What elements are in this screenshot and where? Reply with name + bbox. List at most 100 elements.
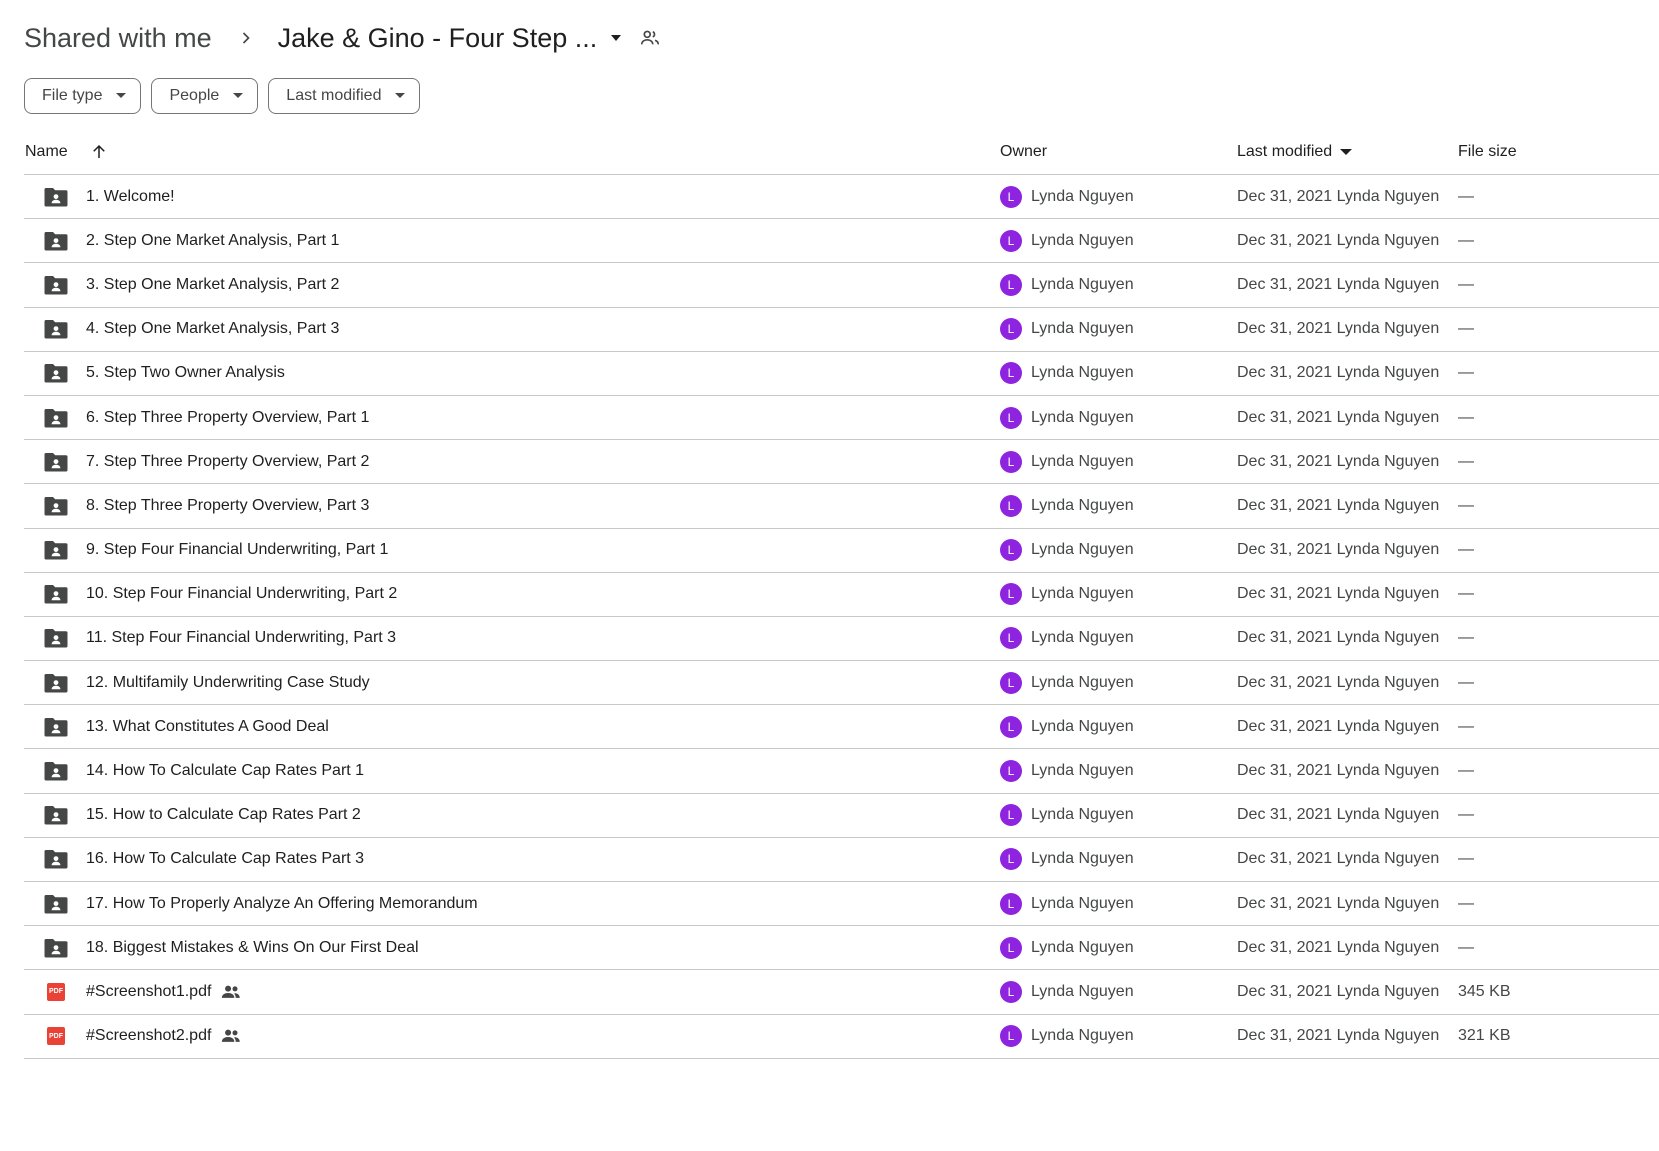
file-name[interactable]: 10. Step Four Financial Underwriting, Pa… (86, 573, 397, 616)
file-name-label: 7. Step Three Property Overview, Part 2 (86, 452, 370, 470)
table-row[interactable]: 2. Step One Market Analysis, Part 1 L Lynd… (24, 219, 1659, 264)
file-name[interactable]: 12. Multifamily Underwriting Case Study (86, 661, 370, 704)
avatar[interactable]: L (1000, 583, 1022, 606)
table-row[interactable]: 14. How To Calculate Cap Rates Part 1 L Ly… (24, 749, 1659, 794)
avatar[interactable]: L (1000, 185, 1022, 208)
table-row[interactable]: 5. Step Two Owner Analysis L Lynda Nguyen D… (24, 352, 1659, 396)
table-row[interactable]: 11. Step Four Financial Underwriting, Pa… (24, 617, 1659, 662)
caret-down-icon (233, 93, 244, 99)
owner-cell: L Lynda Nguyen (1000, 882, 1134, 925)
table-row[interactable]: 12. Multifamily Underwriting Case Study L… (24, 661, 1659, 706)
avatar[interactable]: L (1000, 980, 1022, 1003)
avatar[interactable]: L (1000, 671, 1022, 694)
file-size-cell: — (1458, 894, 1474, 912)
owner-name: Lynda Nguyen (1031, 541, 1134, 559)
avatar[interactable]: L (1000, 804, 1022, 827)
table-row[interactable]: 7. Step Three Property Overview, Part 2 L… (24, 440, 1659, 485)
avatar[interactable]: L (1000, 229, 1022, 252)
table-row[interactable]: 6. Step Three Property Overview, Part 1 L… (24, 396, 1659, 441)
file-name[interactable]: 5. Step Two Owner Analysis (86, 352, 285, 395)
owner-cell: L Lynda Nguyen (1000, 749, 1134, 792)
filter-people[interactable]: People (151, 78, 259, 114)
column-header-name[interactable]: Name (25, 130, 68, 174)
shared-people-icon[interactable] (639, 27, 661, 49)
breadcrumb-shared-with-me[interactable]: Shared with me (24, 23, 212, 54)
filter-file-type[interactable]: File type (24, 78, 142, 114)
file-name[interactable]: 11. Step Four Financial Underwriting, Pa… (86, 617, 396, 660)
table-row[interactable]: 10. Step Four Financial Underwriting, Pa… (24, 573, 1659, 617)
owner-name: Lynda Nguyen (1031, 452, 1134, 470)
column-header-file-size[interactable]: File size (1458, 130, 1517, 174)
avatar[interactable]: L (1000, 450, 1022, 473)
table-row[interactable]: 13. What Constitutes A Good Deal L Lynda N… (24, 705, 1659, 750)
avatar[interactable]: L (1000, 936, 1022, 959)
breadcrumb: Shared with me Jake & Gino - Four Step .… (24, 14, 661, 62)
column-header-last-modified[interactable]: Last modified (1237, 130, 1353, 174)
file-name[interactable]: #Screenshot2.pdf (86, 1015, 241, 1058)
file-name[interactable]: #Screenshot1.pdf (86, 970, 241, 1013)
owner-name: Lynda Nguyen (1031, 894, 1134, 912)
avatar[interactable]: L (1000, 892, 1022, 915)
avatar[interactable]: L (1000, 362, 1022, 385)
last-modified-cell: Dec 31, 2021 Lynda Nguyen (1237, 1027, 1440, 1045)
avatar[interactable]: L (1000, 539, 1022, 562)
file-size-cell: 345 KB (1458, 982, 1511, 1000)
file-name[interactable]: 2. Step One Market Analysis, Part 1 (86, 219, 339, 262)
avatar[interactable]: L (1000, 715, 1022, 738)
file-name[interactable]: 9. Step Four Financial Underwriting, Par… (86, 529, 388, 572)
caret-down-icon[interactable] (609, 33, 623, 43)
shared-folder-icon (44, 705, 68, 748)
shared-folder-icon (44, 617, 68, 660)
avatar[interactable]: L (1000, 848, 1022, 871)
owner-cell: L Lynda Nguyen (1000, 529, 1134, 572)
table-row[interactable]: 8. Step Three Property Overview, Part 3 L… (24, 484, 1659, 529)
table-row[interactable]: 16. How To Calculate Cap Rates Part 3 L Ly… (24, 838, 1659, 882)
file-name[interactable]: 14. How To Calculate Cap Rates Part 1 (86, 749, 364, 792)
column-header-owner[interactable]: Owner (1000, 130, 1047, 174)
file-name-label: 10. Step Four Financial Underwriting, Pa… (86, 585, 398, 603)
pdf-badge-label: PDF (47, 1027, 65, 1046)
file-name[interactable]: 4. Step One Market Analysis, Part 3 (86, 308, 339, 351)
table-row[interactable]: 1. Welcome! L Lynda Nguyen Dec 31, 2021 Lyn… (24, 175, 1659, 220)
file-name[interactable]: 16. How To Calculate Cap Rates Part 3 (86, 838, 364, 881)
owner-name: Lynda Nguyen (1031, 408, 1134, 426)
avatar[interactable]: L (1000, 406, 1022, 429)
table-header: Name Owner Last modified File size (24, 130, 1659, 175)
file-name[interactable]: 6. Step Three Property Overview, Part 1 (86, 396, 369, 439)
table-row[interactable]: 9. Step Four Financial Underwriting, Par… (24, 529, 1659, 573)
file-name[interactable]: 8. Step Three Property Overview, Part 3 (86, 484, 369, 527)
table-row[interactable]: PDF #Screenshot2.pdf L Lynda Nguyen Dec 31,… (24, 1015, 1659, 1059)
table-row[interactable]: 4. Step One Market Analysis, Part 3 L Lynd… (24, 308, 1659, 352)
file-name[interactable]: 7. Step Three Property Overview, Part 2 (86, 440, 369, 483)
owner-name: Lynda Nguyen (1031, 982, 1134, 1000)
avatar[interactable]: L (1000, 273, 1022, 296)
table-row[interactable]: 17. How To Properly Analyze An Offering … (24, 882, 1659, 927)
owner-name: Lynda Nguyen (1031, 364, 1134, 382)
file-name-label: 1. Welcome! (86, 187, 175, 205)
table-row[interactable]: 15. How to Calculate Cap Rates Part 2 L Ly… (24, 794, 1659, 838)
avatar[interactable]: L (1000, 494, 1022, 517)
sort-caret-down-icon (1340, 148, 1353, 156)
avatar[interactable]: L (1000, 627, 1022, 650)
file-name[interactable]: 13. What Constitutes A Good Deal (86, 705, 329, 748)
breadcrumb-current-folder[interactable]: Jake & Gino - Four Step ... (278, 23, 624, 54)
shared-folder-icon (44, 175, 68, 218)
avatar[interactable]: L (1000, 1025, 1022, 1048)
sort-ascending-arrow-icon[interactable] (90, 130, 108, 174)
file-name[interactable]: 3. Step One Market Analysis, Part 2 (86, 263, 339, 306)
filter-last-modified[interactable]: Last modified (268, 78, 421, 114)
owner-name: Lynda Nguyen (1031, 275, 1134, 293)
file-name[interactable]: 18. Biggest Mistakes & Wins On Our First… (86, 926, 419, 969)
last-modified-cell: Dec 31, 2021 Lynda Nguyen (1237, 762, 1440, 780)
avatar[interactable]: L (1000, 760, 1022, 783)
table-row[interactable]: 3. Step One Market Analysis, Part 2 L Lynd… (24, 263, 1659, 308)
shared-folder-icon (44, 219, 68, 262)
table-row[interactable]: 18. Biggest Mistakes & Wins On Our First… (24, 926, 1659, 971)
avatar[interactable]: L (1000, 318, 1022, 341)
file-size-cell: — (1458, 806, 1474, 824)
file-name-label: 2. Step One Market Analysis, Part 1 (86, 231, 340, 249)
file-name[interactable]: 1. Welcome! (86, 175, 175, 218)
table-row[interactable]: PDF #Screenshot1.pdf L Lynda Nguyen Dec 31,… (24, 970, 1659, 1015)
file-name[interactable]: 17. How To Properly Analyze An Offering … (86, 882, 478, 925)
file-name[interactable]: 15. How to Calculate Cap Rates Part 2 (86, 794, 361, 837)
